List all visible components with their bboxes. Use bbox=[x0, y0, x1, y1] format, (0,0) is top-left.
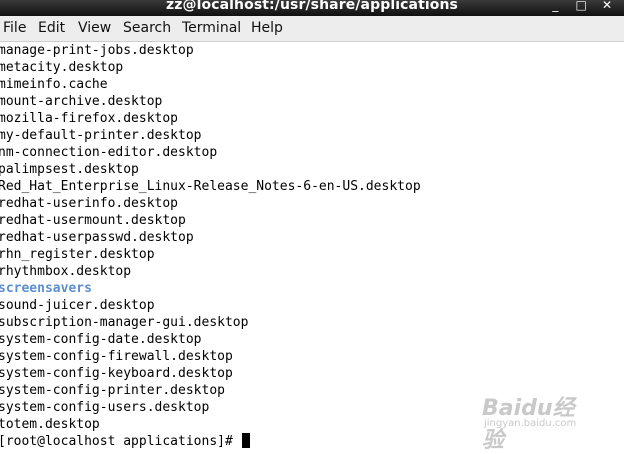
window-title: zz@localhost:/usr/share/applications bbox=[165, 0, 458, 13]
file-entry: redhat-userinfo.desktop bbox=[0, 196, 179, 211]
menu-file[interactable]: File bbox=[3, 20, 26, 36]
file-entry: my-default-printer.desktop bbox=[0, 128, 202, 143]
minimize-button[interactable]: _ bbox=[544, 0, 566, 12]
window-controls: _ □ ✕ bbox=[544, 0, 618, 12]
menu-edit[interactable]: Edit bbox=[38, 20, 65, 36]
text-cursor bbox=[241, 433, 250, 448]
menu-view[interactable]: View bbox=[78, 20, 111, 36]
file-entry: totem.desktop bbox=[0, 417, 100, 432]
directory-entry: screensavers bbox=[0, 281, 92, 296]
file-entry: mozilla-firefox.desktop bbox=[0, 111, 179, 126]
file-entry: subscription-manager-gui.desktop bbox=[0, 315, 249, 330]
file-entry: system-config-printer.desktop bbox=[0, 383, 225, 398]
file-entry: metacity.desktop bbox=[0, 60, 124, 75]
menu-bar: File Edit View Search Terminal Help bbox=[0, 16, 624, 42]
file-entry: sound-juicer.desktop bbox=[0, 298, 155, 313]
file-entry: system-config-keyboard.desktop bbox=[0, 366, 233, 381]
file-entry: manage-print-jobs.desktop bbox=[0, 43, 194, 58]
file-entry: rhn_register.desktop bbox=[0, 247, 155, 262]
file-entry: system-config-date.desktop bbox=[0, 332, 202, 347]
maximize-button[interactable]: □ bbox=[570, 0, 592, 12]
close-button[interactable]: ✕ bbox=[596, 0, 618, 12]
file-entry: rhythmbox.desktop bbox=[0, 264, 132, 279]
file-entry: palimpsest.desktop bbox=[0, 162, 139, 177]
menu-help[interactable]: Help bbox=[251, 20, 283, 36]
menu-terminal[interactable]: Terminal bbox=[182, 20, 241, 36]
terminal-output[interactable]: manage-print-jobs.desktop metacity.deskto… bbox=[0, 42, 622, 454]
file-entry: system-config-firewall.desktop bbox=[0, 349, 233, 364]
file-entry: Red_Hat_Enterprise_Linux-Release_Notes-6… bbox=[0, 179, 421, 194]
file-entry: redhat-userpasswd.desktop bbox=[0, 230, 194, 245]
file-entry: system-config-users.desktop bbox=[0, 400, 210, 415]
prompt-line[interactable]: [root@localhost applications]# bbox=[0, 433, 622, 450]
file-entry: redhat-usermount.desktop bbox=[0, 213, 186, 228]
shell-prompt: [root@localhost applications]# bbox=[0, 434, 241, 449]
file-entry: mimeinfo.cache bbox=[0, 77, 108, 92]
file-entry: nm-connection-editor.desktop bbox=[0, 145, 218, 160]
file-entry: mount-archive.desktop bbox=[0, 94, 163, 109]
window-titlebar[interactable]: zz@localhost:/usr/share/applications _ □… bbox=[0, 0, 624, 16]
menu-search[interactable]: Search bbox=[123, 20, 171, 36]
